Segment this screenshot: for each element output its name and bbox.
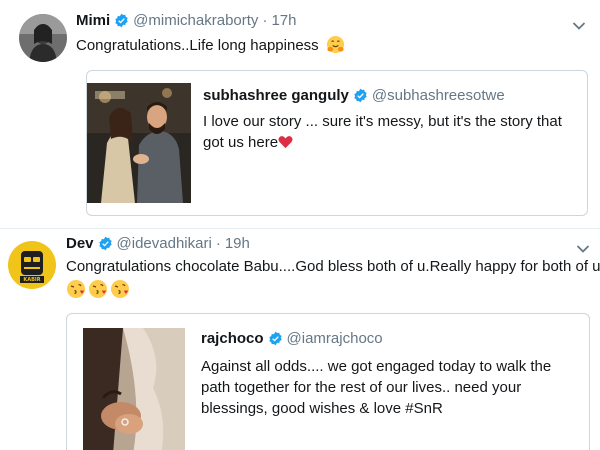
hugging-face-icon: [326, 35, 345, 54]
face-blowing-kiss-icon: [110, 279, 130, 304]
tweet-mimi[interactable]: Mimi @mimichakraborty · 17h Congratulati…: [0, 0, 600, 228]
quoted-tweet-header: rajchoco @iamrajchoco: [201, 330, 383, 347]
avatar-label: KABIR: [23, 277, 41, 283]
separator: ·: [215, 235, 221, 252]
tweet-header: Mimi @mimichakraborty · 17h: [76, 12, 296, 29]
chevron-down-icon[interactable]: [572, 18, 586, 30]
quoted-tweet-text: I love our story ... sure it's messy, bu…: [203, 111, 578, 153]
quoted-handle[interactable]: @subhashreesotwe: [372, 87, 505, 104]
tweet-text-content: Congratulations chocolate Babu....God bl…: [66, 258, 600, 275]
tweet-text-content: Congratulations..Life long happiness: [76, 37, 319, 54]
tweet-header: Dev @idevadhikari · 19h: [66, 235, 250, 252]
timestamp[interactable]: 17h: [271, 12, 296, 29]
quoted-display-name[interactable]: rajchoco: [201, 330, 264, 347]
handle[interactable]: @mimichakraborty: [133, 12, 258, 29]
quoted-handle[interactable]: @iamrajchoco: [287, 330, 383, 347]
avatar[interactable]: KABIR: [8, 241, 56, 289]
timestamp[interactable]: 19h: [225, 235, 250, 252]
face-blowing-kiss-icon: [66, 279, 86, 304]
red-heart-icon: [278, 134, 293, 149]
quoted-tweet-photo[interactable]: [87, 83, 191, 203]
emoji-row: [66, 279, 130, 304]
verified-badge-icon: [114, 13, 129, 28]
quoted-tweet-header: subhashree ganguly @subhashreesotwe: [203, 87, 505, 104]
quoted-tweet-text-content: Against all odds.... we got engaged toda…: [201, 358, 552, 417]
display-name[interactable]: Dev: [66, 235, 94, 252]
display-name[interactable]: Mimi: [76, 12, 110, 29]
quoted-tweet[interactable]: rajchoco @iamrajchoco Against all odds..…: [66, 313, 590, 450]
tweet-dev[interactable]: KABIR Dev @idevadhikari · 19h Congratula…: [0, 228, 600, 450]
quoted-tweet[interactable]: subhashree ganguly @subhashreesotwe I lo…: [86, 70, 588, 216]
separator: ·: [262, 12, 268, 29]
verified-badge-icon: [353, 88, 368, 103]
handle[interactable]: @idevadhikari: [117, 235, 212, 252]
verified-badge-icon: [268, 331, 283, 346]
quoted-tweet-text-content: I love our story ... sure it's messy, bu…: [203, 113, 562, 151]
chevron-down-icon[interactable]: [576, 241, 590, 253]
avatar[interactable]: [19, 14, 67, 62]
verified-badge-icon: [98, 236, 113, 251]
face-blowing-kiss-icon: [88, 279, 108, 304]
quoted-tweet-text: Against all odds.... we got engaged toda…: [201, 356, 581, 419]
tweet-text: Congratulations chocolate Babu....God bl…: [66, 257, 600, 277]
tweet-text: Congratulations..Life long happiness: [76, 35, 345, 56]
quoted-display-name[interactable]: subhashree ganguly: [203, 87, 349, 104]
quoted-tweet-photo[interactable]: [83, 328, 185, 450]
